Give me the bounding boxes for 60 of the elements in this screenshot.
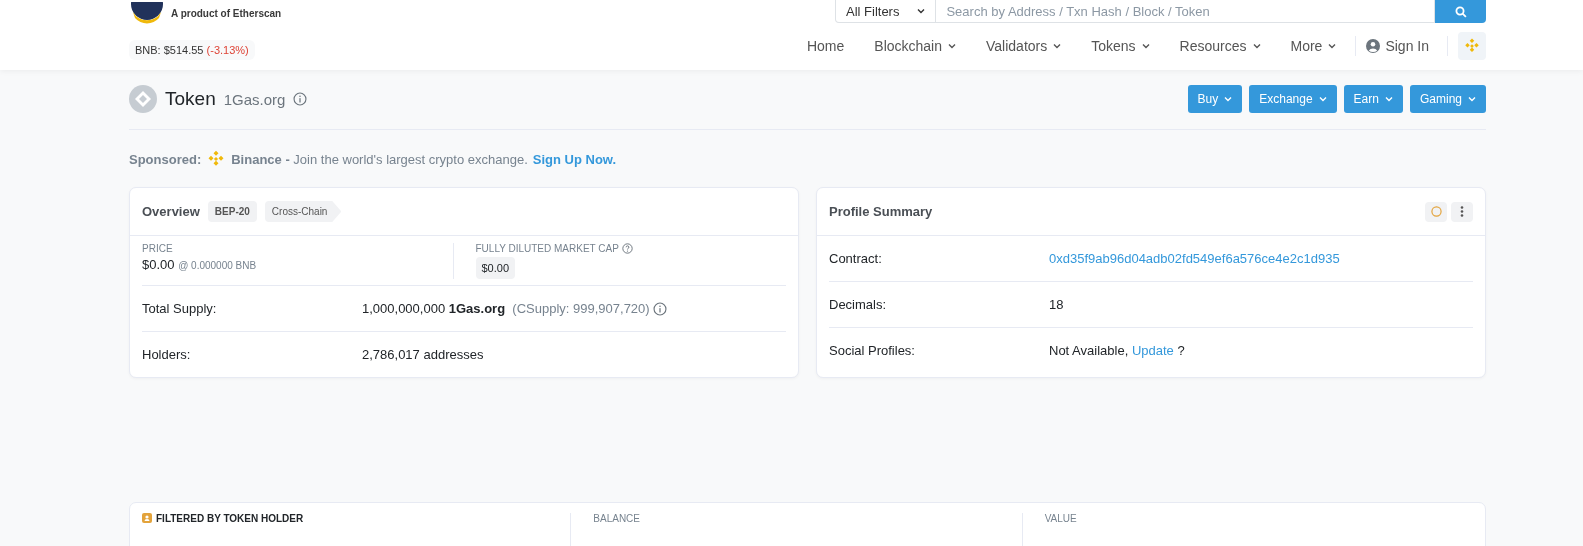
card-title: Profile Summary: [829, 204, 933, 219]
market-cap-value: $0.00: [475, 257, 516, 279]
caret-icon: [1252, 43, 1261, 49]
price-label: PRICE: [142, 243, 174, 254]
help-icon: [621, 243, 633, 254]
column-header: BALANCE: [593, 513, 640, 524]
info-icon: [653, 301, 668, 316]
holders-label: Holders:: [142, 347, 192, 362]
market-cap-label: FULLY DILUTED MARKET CAP: [475, 243, 619, 254]
status-button[interactable]: [1425, 201, 1447, 222]
network-button[interactable]: [1458, 32, 1486, 60]
total-supply-value: 1,000,000,000 1Gas.org (CSupply: 999,907,720): [362, 301, 650, 316]
caret-icon: [1141, 43, 1150, 49]
column-header: FILTERED BY TOKEN HOLDER: [156, 513, 304, 524]
caret-icon: [1468, 96, 1476, 102]
card-title: Overview: [142, 204, 200, 219]
contract-label: Contract:: [829, 251, 883, 266]
token-logo-icon: [129, 85, 157, 113]
caret-icon: [948, 43, 956, 49]
more-icon: [1460, 206, 1464, 217]
nav-link[interactable]: More: [1275, 38, 1352, 54]
caret-icon: [1224, 96, 1233, 102]
filter-dropdown[interactable]: All Filters: [835, 0, 937, 23]
more-button[interactable]: [1451, 201, 1473, 222]
sponsored-text: Binance - Join the world's largest crypto exchange.: [231, 151, 528, 167]
page-title: Token: [165, 88, 216, 110]
caret-icon: [1318, 96, 1327, 102]
nav-link[interactable]: Home: [791, 38, 860, 54]
search-button[interactable]: [1435, 0, 1486, 23]
decimals-label: Decimals:: [829, 297, 888, 312]
caret-icon: [1328, 43, 1337, 49]
sponsored-label: Sponsored:: [129, 151, 202, 167]
social-profiles-value: Not Available,: [1049, 343, 1129, 358]
token-name: 1Gas.org: [223, 90, 286, 108]
caret-icon: [1384, 96, 1393, 102]
question-mark: ?: [1177, 343, 1185, 358]
nav-link[interactable]: Resources: [1164, 38, 1276, 54]
token-tag: BEP-20: [207, 201, 257, 222]
circle-icon: [1430, 206, 1442, 217]
price-value: $0.00 @ 0.000000 BNB: [142, 257, 258, 272]
token-tag: Cross-Chain: [264, 201, 342, 222]
social-profiles-label: Social Profiles:: [829, 343, 916, 358]
nav-link[interactable]: Tokens: [1076, 38, 1165, 54]
holders-value: 2,786,017 addresses: [362, 347, 484, 362]
total-supply-label: Total Supply:: [142, 301, 218, 316]
info-icon: [293, 92, 308, 106]
search-icon: [1454, 5, 1467, 18]
caret-icon: [917, 8, 926, 14]
decimals-value: 18: [1049, 297, 1064, 312]
sign-in-link[interactable]: Sign In: [1360, 38, 1443, 54]
bnb-price: BNB: $514.55 (-3.13%): [129, 40, 255, 60]
caret-icon: [1053, 43, 1062, 49]
logo-icon: [129, 2, 165, 24]
nav-link[interactable]: Blockchain: [859, 38, 971, 54]
holder-icon: [142, 513, 152, 523]
user-icon: [1366, 39, 1381, 53]
search-field[interactable]: Search by Address / Txn Hash / Block / Token: [936, 0, 1435, 23]
nav-link[interactable]: Validators: [971, 38, 1077, 54]
logo-tagline: A product of Etherscan: [171, 7, 282, 19]
column-header: VALUE: [1044, 513, 1077, 524]
